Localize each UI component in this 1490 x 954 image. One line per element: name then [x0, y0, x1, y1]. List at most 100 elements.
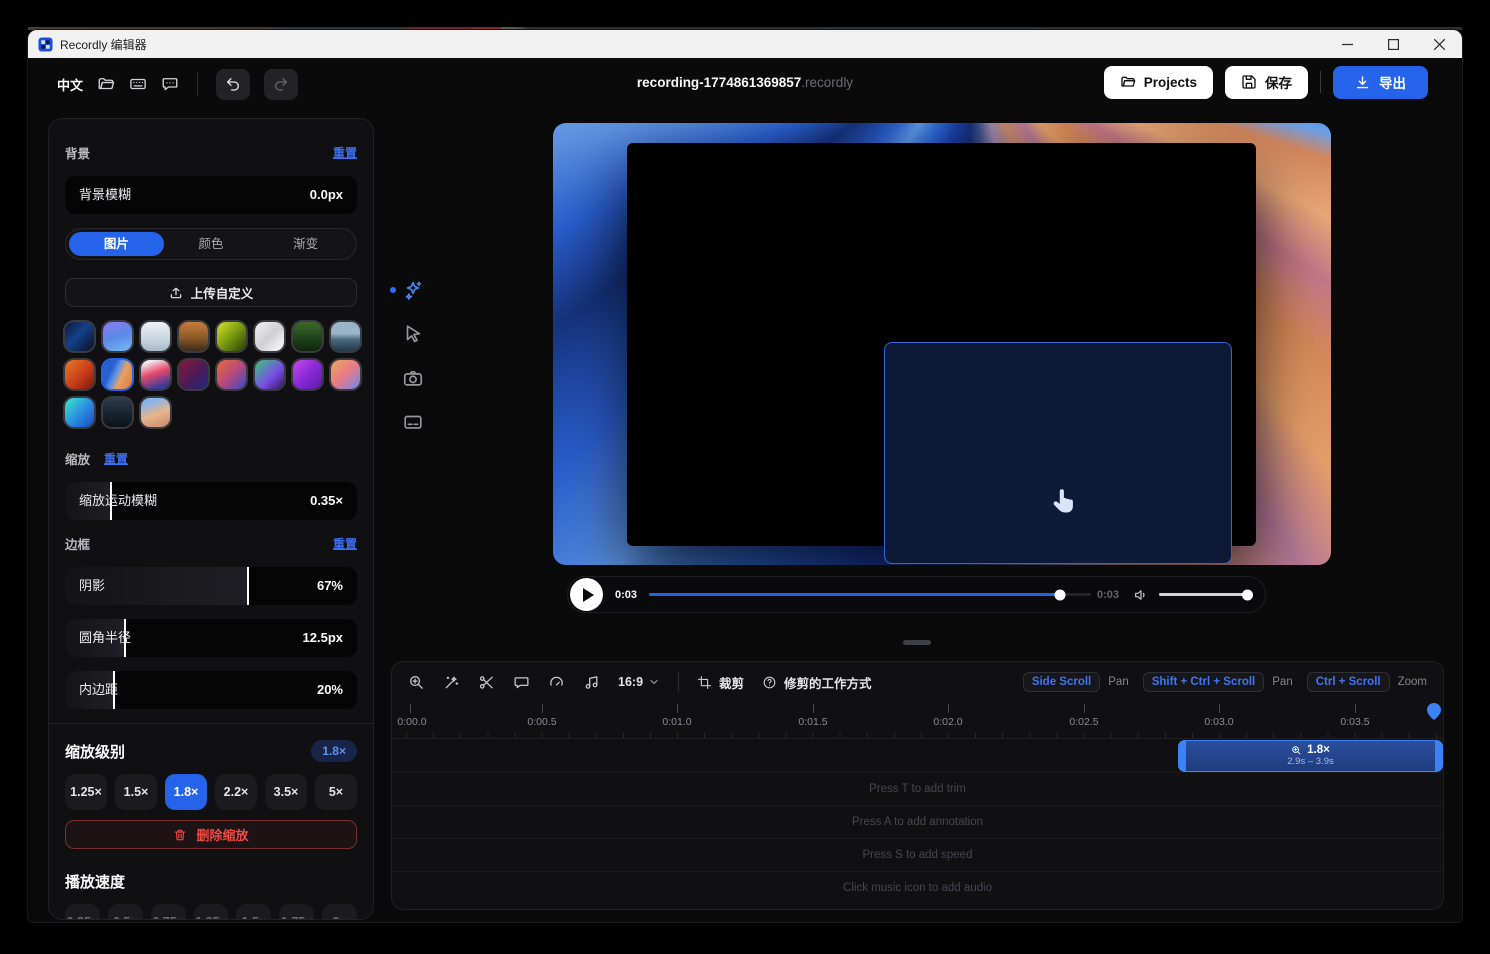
ruler-tick	[410, 704, 411, 713]
wallpaper-thumbnail-selected[interactable]	[103, 360, 132, 389]
camera-tool[interactable]	[390, 356, 442, 400]
playhead-marker[interactable]	[1427, 703, 1441, 720]
frame-reset-link[interactable]: 重置	[333, 535, 357, 552]
ruler-tick	[948, 704, 949, 713]
maximize-button[interactable]	[1370, 30, 1416, 58]
music-note-icon[interactable]	[583, 674, 600, 691]
timeline-ruler[interactable]: 0:00.0 0:00.5 0:01.0 0:01.5 0:02.0 0:02.…	[392, 702, 1443, 738]
captions-tool[interactable]	[390, 400, 442, 444]
wallpaper-thumbnail[interactable]	[255, 322, 284, 351]
wallpaper-thumbnail[interactable]	[331, 360, 360, 389]
zoom-option-5[interactable]: 5×	[315, 774, 357, 810]
projects-button[interactable]: Projects	[1104, 66, 1213, 99]
play-button[interactable]	[570, 578, 603, 611]
zoom-reset-link[interactable]: 重置	[104, 450, 128, 467]
aspect-ratio-dropdown[interactable]: 16:9	[618, 675, 660, 689]
zoom-track-lane[interactable]: 1.8× 2.9s – 3.9s	[392, 738, 1443, 772]
shortcut-action: Pan	[1108, 676, 1128, 688]
speed-option-0-5[interactable]: 0.5×	[108, 904, 143, 920]
trim-help-button[interactable]: 修剪的工作方式	[762, 673, 872, 692]
zoom-option-2-2[interactable]: 2.2×	[215, 774, 257, 810]
audio-lane[interactable]: Click music icon to add audio	[392, 871, 1443, 904]
zoom-region-right-handle[interactable]	[1435, 740, 1443, 772]
timeline-toolbar: 16:9 裁剪 修剪的工作方式 Side Scroll Pan	[392, 662, 1443, 702]
wallpaper-thumbnail[interactable]	[141, 322, 170, 351]
background-blur-slider[interactable]: 背景模糊 0.0px	[65, 176, 357, 214]
crop-button[interactable]: 裁剪	[697, 673, 744, 692]
tab-image[interactable]: 图片	[69, 232, 164, 256]
wallpaper-thumbnail[interactable]	[255, 360, 284, 389]
background-reset-link[interactable]: 重置	[333, 144, 357, 161]
wallpaper-thumbnail[interactable]	[331, 322, 360, 351]
project-file-extension: .recordly	[801, 75, 853, 90]
zoom-motion-blur-slider[interactable]: 缩放运动模糊 0.35×	[65, 482, 357, 520]
annotation-lane[interactable]: Press A to add annotation	[392, 805, 1443, 838]
tab-color[interactable]: 颜色	[164, 232, 259, 256]
volume-slider[interactable]	[1159, 593, 1251, 596]
wallpaper-thumbnail[interactable]	[65, 322, 94, 351]
wallpaper-thumbnail[interactable]	[103, 322, 132, 351]
zoom-region-label: 1.8×	[1307, 744, 1330, 756]
zoom-region-clip[interactable]: 1.8× 2.9s – 3.9s	[1178, 740, 1443, 772]
speed-option-2[interactable]: 2×	[322, 904, 357, 920]
seek-slider[interactable]	[649, 593, 1091, 596]
trim-lane[interactable]: Press T to add trim	[392, 772, 1443, 805]
scissors-icon[interactable]	[478, 674, 495, 691]
header-divider	[1320, 71, 1321, 93]
slider-value: 12.5px	[303, 619, 343, 657]
zoom-target-region[interactable]	[884, 342, 1232, 564]
wallpaper-thumbnail[interactable]	[141, 360, 170, 389]
project-filename: recording-1774861369857	[637, 75, 801, 90]
wallpaper-thumbnail[interactable]	[103, 398, 132, 427]
upload-custom-button[interactable]: 上传自定义	[65, 278, 357, 307]
corner-radius-slider[interactable]: 圆角半径 12.5px	[65, 619, 357, 657]
panel-resize-handle[interactable]	[903, 640, 931, 645]
speed-option-1-25[interactable]: 1.25×	[194, 904, 229, 920]
annotation-bubble-icon[interactable]	[513, 674, 530, 691]
magic-wand-icon[interactable]	[443, 674, 460, 691]
wallpaper-thumbnail[interactable]	[65, 398, 94, 427]
zoom-option-3-5[interactable]: 3.5×	[265, 774, 307, 810]
wallpaper-thumbnail[interactable]	[179, 360, 208, 389]
timeline-zoom-icon[interactable]	[408, 674, 425, 691]
wallpaper-thumbnail[interactable]	[179, 322, 208, 351]
delete-zoom-button[interactable]: 删除缩放	[65, 820, 357, 849]
wallpaper-thumbnail[interactable]	[217, 360, 246, 389]
zoom-region-left-handle[interactable]	[1178, 740, 1186, 772]
wallpaper-thumbnail[interactable]	[217, 322, 246, 351]
speed-lane[interactable]: Press S to add speed	[392, 838, 1443, 871]
video-preview-canvas[interactable]	[553, 123, 1331, 565]
padding-slider[interactable]: 内边距 20%	[65, 671, 357, 709]
speed-option-0-25[interactable]: 0.25×	[65, 904, 100, 920]
shortcut-action: Pan	[1272, 676, 1292, 688]
active-dot-indicator	[390, 287, 396, 293]
trash-icon	[173, 828, 187, 842]
speed-option-0-75[interactable]: 0.75×	[151, 904, 186, 920]
wallpaper-thumbnail[interactable]	[293, 360, 322, 389]
captions-card-icon	[402, 411, 424, 433]
play-icon	[583, 588, 594, 602]
export-button[interactable]: 导出	[1333, 66, 1428, 99]
shadow-slider[interactable]: 阴影 67%	[65, 567, 357, 605]
save-button[interactable]: 保存	[1225, 66, 1308, 99]
cursor-tool[interactable]	[390, 312, 442, 356]
recorded-screen	[627, 143, 1256, 546]
close-button[interactable]	[1416, 30, 1462, 58]
zoom-option-1-8-active[interactable]: 1.8×	[165, 774, 207, 810]
minimize-button[interactable]	[1324, 30, 1370, 58]
wallpaper-thumbnail[interactable]	[65, 360, 94, 389]
tab-gradient[interactable]: 渐变	[258, 232, 353, 256]
seek-thumb[interactable]	[1055, 589, 1066, 600]
speed-gauge-icon[interactable]	[548, 674, 565, 691]
volume-thumb[interactable]	[1242, 589, 1253, 600]
auto-zoom-tool[interactable]	[390, 268, 442, 312]
slider-label: 阴影	[79, 567, 105, 605]
zoom-option-1-5[interactable]: 1.5×	[115, 774, 157, 810]
wallpaper-thumbnail[interactable]	[141, 398, 170, 427]
speed-option-1-5[interactable]: 1.5×	[236, 904, 271, 920]
zoom-option-1-25[interactable]: 1.25×	[65, 774, 107, 810]
wallpaper-thumbnail[interactable]	[293, 322, 322, 351]
speed-option-1-75[interactable]: 1.75×	[279, 904, 314, 920]
background-section-title: 背景	[65, 143, 90, 162]
volume-icon[interactable]	[1133, 587, 1149, 603]
